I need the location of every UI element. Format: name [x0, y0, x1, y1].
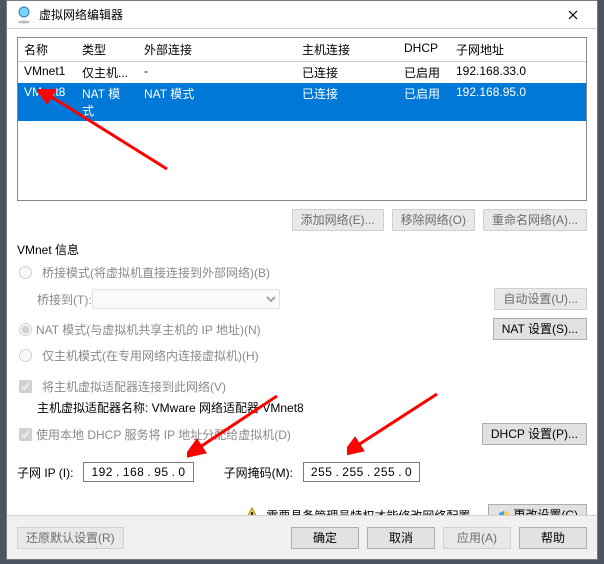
content-area: 名称 类型 外部连接 主机连接 DHCP 子网地址 VMnet1 仅主机... … — [17, 37, 587, 549]
dhcp-settings-button[interactable]: DHCP 设置(P)... — [482, 423, 587, 445]
col-name: 名称 — [18, 38, 76, 61]
help-button[interactable]: 帮助 — [519, 527, 587, 549]
subnet-mask-label: 子网掩码(M): — [224, 464, 293, 481]
ok-button[interactable]: 确定 — [291, 527, 359, 549]
col-external: 外部连接 — [138, 38, 296, 61]
dhcp-label: 使用本地 DHCP 服务将 IP 地址分配给虚拟机(D) — [36, 426, 291, 443]
dhcp-checkbox[interactable] — [19, 428, 32, 441]
bridge-label: 桥接模式(将虚拟机直接连接到外部网络)(B) — [42, 264, 270, 281]
hostonly-radio[interactable] — [19, 349, 32, 362]
nat-mode-row: NAT 模式(与虚拟机共享主机的 IP 地址)(N) NAT 设置(S)... — [17, 317, 587, 341]
table-row[interactable]: VMnet8 NAT 模式 NAT 模式 已连接 已启用 192.168.95.… — [18, 83, 586, 121]
table-row[interactable]: VMnet1 仅主机... - 已连接 已启用 192.168.33.0 — [18, 62, 586, 83]
restore-defaults-button[interactable]: 还原默认设置(R) — [17, 527, 124, 549]
subnet-mask-input[interactable]: 255.255.255.0 — [303, 462, 420, 482]
hostonly-mode-row: 仅主机模式(在专用网络内连接虚拟机)(H) — [17, 347, 587, 364]
subnet-ip-label: 子网 IP (I): — [17, 464, 73, 481]
window-title: 虚拟网络编辑器 — [39, 6, 553, 23]
cancel-button[interactable]: 取消 — [367, 527, 435, 549]
remove-network-button[interactable]: 移除网络(O) — [392, 209, 475, 231]
close-icon — [568, 10, 578, 20]
subnet-ip-input[interactable]: 192.168.95.0 — [83, 462, 193, 482]
col-type: 类型 — [76, 38, 138, 61]
adapter-name-label: 主机虚拟适配器名称: VMware 网络适配器 VMnet8 — [37, 399, 587, 416]
vmnet-info-label: VMnet 信息 — [17, 241, 587, 258]
host-adapter-checkbox[interactable] — [19, 380, 32, 393]
nat-radio[interactable] — [19, 323, 32, 336]
app-icon — [15, 6, 33, 24]
auto-settings-button[interactable]: 自动设置(U)... — [494, 288, 587, 310]
host-adapter-row: 将主机虚拟适配器连接到此网络(V) — [17, 378, 587, 395]
apply-button[interactable]: 应用(A) — [443, 527, 511, 549]
hostonly-label: 仅主机模式(在专用网络内连接虚拟机)(H) — [42, 347, 259, 364]
bridge-to-row: 桥接到(T): 自动设置(U)... — [37, 287, 587, 311]
rename-network-button[interactable]: 重命名网络(A)... — [483, 209, 587, 231]
bridge-to-select[interactable] — [92, 289, 280, 309]
dialog-footer: 还原默认设置(R) 确定 取消 应用(A) 帮助 — [7, 515, 597, 559]
titlebar: 虚拟网络编辑器 — [7, 1, 597, 29]
nat-settings-button[interactable]: NAT 设置(S)... — [493, 318, 587, 340]
virtual-network-editor-window: 虚拟网络编辑器 名称 类型 外部连接 主机连接 DHCP 子网地址 VMnet1… — [6, 0, 598, 560]
host-adapter-label: 将主机虚拟适配器连接到此网络(V) — [42, 378, 226, 395]
bridge-mode-row: 桥接模式(将虚拟机直接连接到外部网络)(B) — [17, 264, 587, 281]
col-subnet: 子网地址 — [450, 38, 580, 61]
bridge-to-label: 桥接到(T): — [37, 291, 92, 308]
bridge-radio[interactable] — [19, 266, 32, 279]
network-buttons-row: 添加网络(E)... 移除网络(O) 重命名网络(A)... — [17, 209, 587, 231]
nat-label: NAT 模式(与虚拟机共享主机的 IP 地址)(N) — [36, 321, 261, 338]
subnet-row: 子网 IP (I): 192.168.95.0 子网掩码(M): 255.255… — [17, 462, 587, 482]
network-table[interactable]: 名称 类型 外部连接 主机连接 DHCP 子网地址 VMnet1 仅主机... … — [17, 37, 587, 201]
close-button[interactable] — [553, 2, 593, 28]
table-header: 名称 类型 外部连接 主机连接 DHCP 子网地址 — [18, 38, 586, 62]
dhcp-row: 使用本地 DHCP 服务将 IP 地址分配给虚拟机(D) DHCP 设置(P).… — [17, 422, 587, 446]
col-host: 主机连接 — [296, 38, 398, 61]
add-network-button[interactable]: 添加网络(E)... — [292, 209, 384, 231]
col-dhcp: DHCP — [398, 38, 450, 61]
